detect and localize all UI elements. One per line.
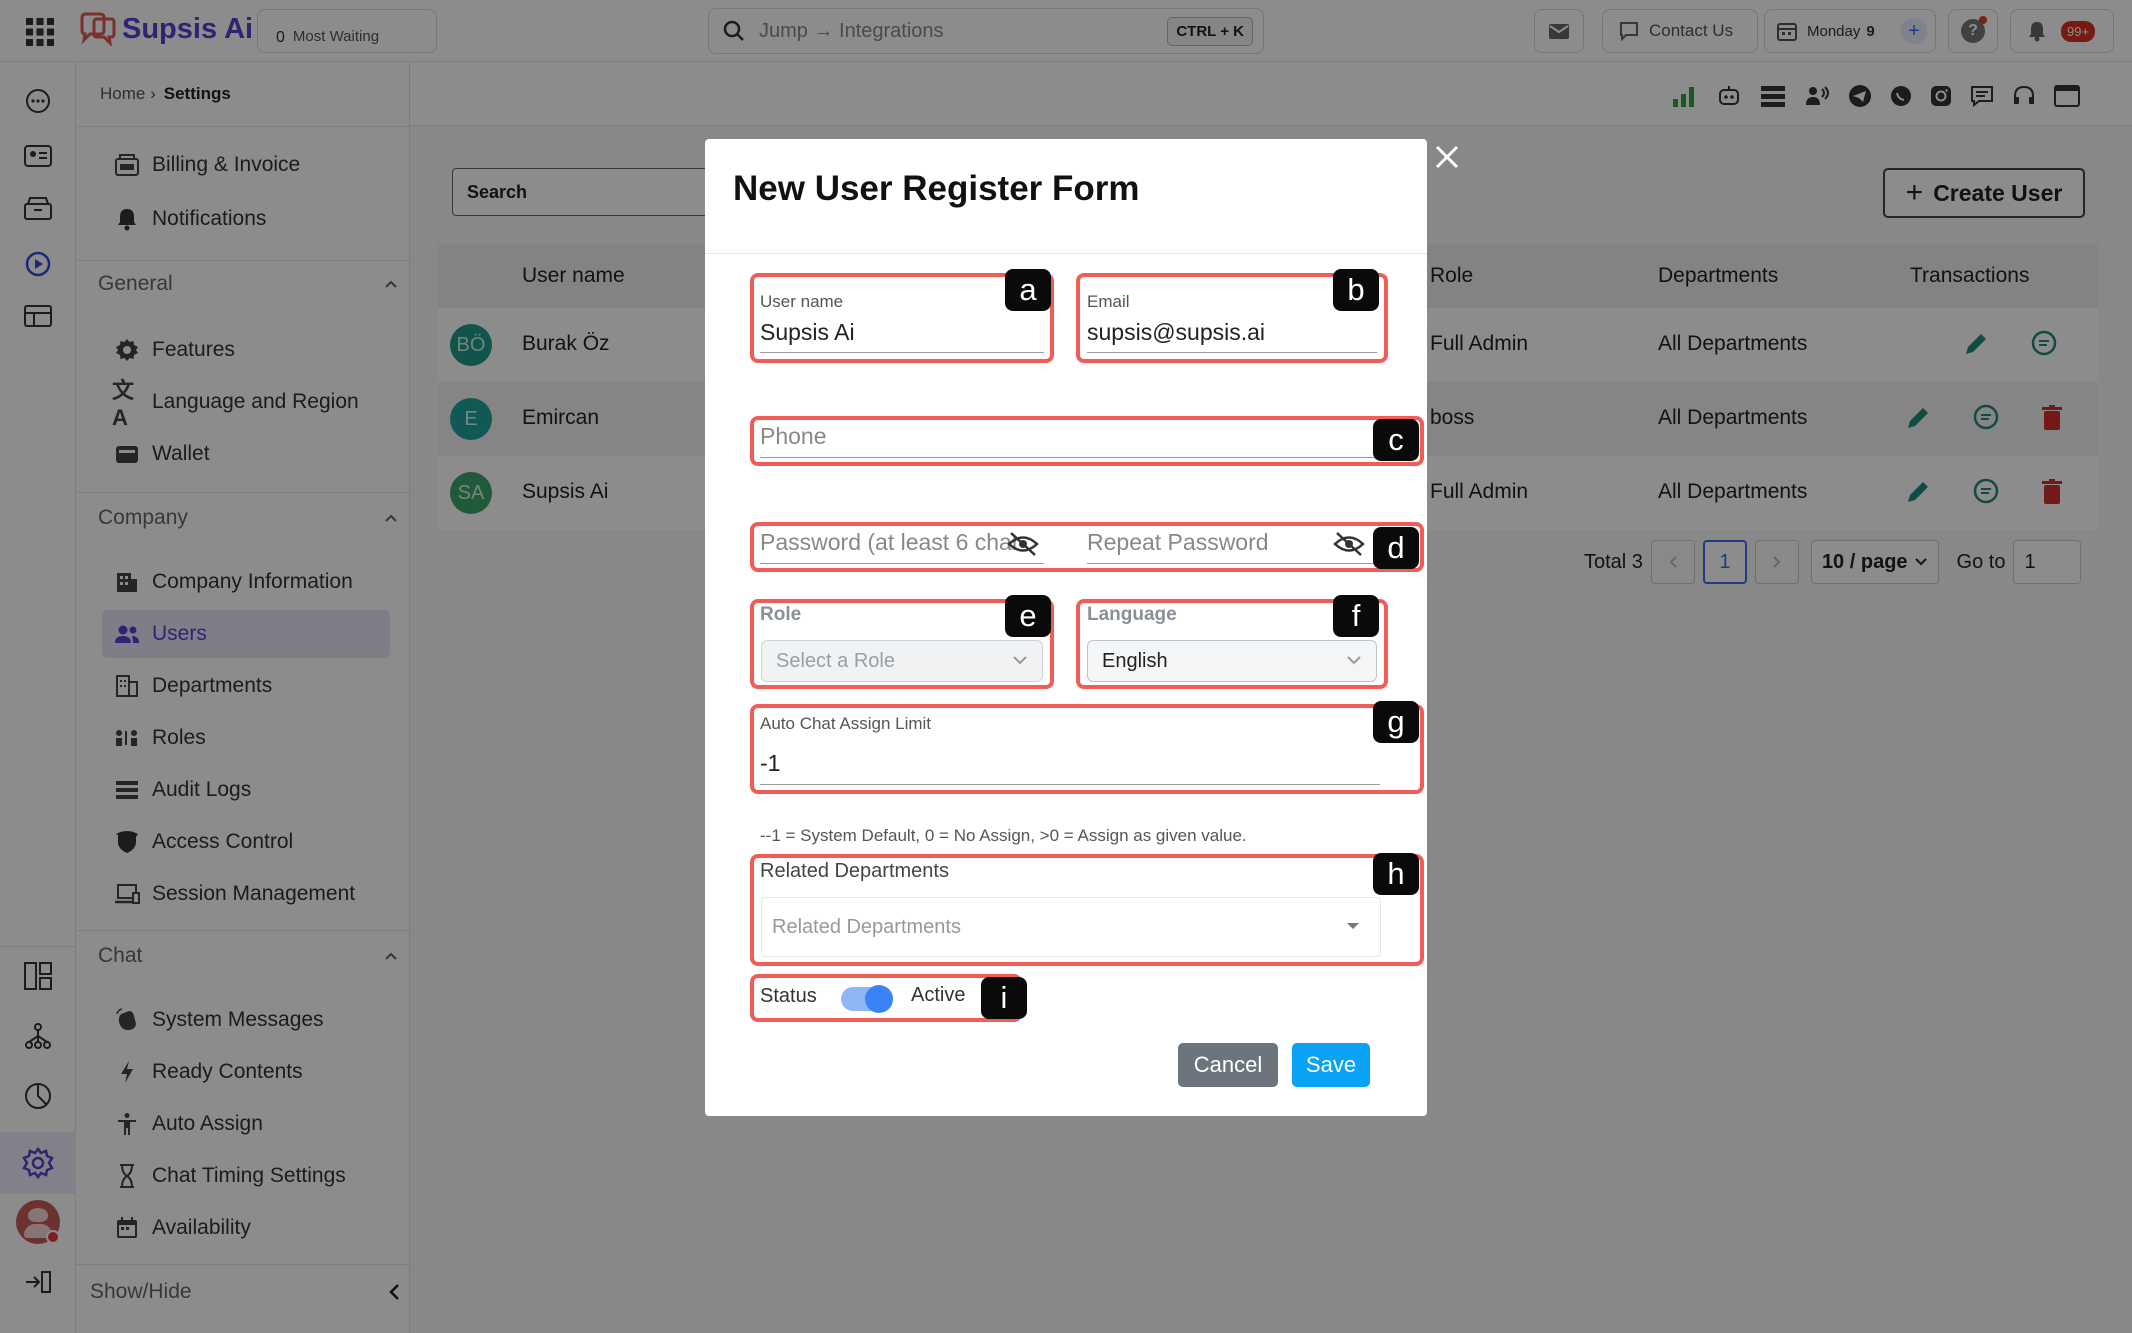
username-underline [760,352,1044,353]
annotation-badge-b: b [1333,269,1379,311]
caret-down-icon [1346,922,1360,930]
related-departments-label: Related Departments [760,860,949,882]
email-label: Email [1087,292,1130,311]
toggle-knob [865,985,893,1013]
annotation-badge-a: a [1005,269,1051,311]
username-label: User name [760,292,844,311]
auto-chat-underline [760,784,1380,785]
role-label: Role [760,604,802,625]
repeat-password-underline [1087,563,1377,564]
related-departments-placeholder: Related Departments [772,915,961,938]
role-select[interactable]: Select a Role [761,640,1043,682]
modal-title: New User Register Form [733,169,1140,208]
new-user-modal: New User Register Form User name Supsis … [705,139,1427,1116]
annotation-badge-d: d [1373,527,1419,569]
auto-chat-hint: --1 = System Default, 0 = No Assign, >0 … [760,826,1247,845]
annotation-badge-i: i [981,977,1027,1019]
related-departments-select[interactable]: Related Departments [761,897,1381,957]
close-icon[interactable] [1432,142,1462,172]
language-label: Language [1087,604,1177,625]
email-underline [1087,352,1377,353]
status-value: Active [911,984,966,1006]
annotation-badge-f: f [1333,595,1379,637]
annotation-badge-e: e [1005,595,1051,637]
status-label: Status [760,985,817,1007]
auto-chat-label: Auto Chat Assign Limit [760,714,932,733]
annotation-badge-g: g [1373,701,1419,743]
language-select[interactable]: English [1087,640,1377,682]
chevron-down-icon [1012,655,1028,665]
chevron-down-icon [1346,655,1362,665]
language-select-value: English [1102,649,1168,672]
cancel-button[interactable]: Cancel [1178,1043,1278,1087]
password-input[interactable]: Password (at least 6 char [760,529,1046,556]
highlight-phone [750,416,1424,466]
role-select-placeholder: Select a Role [776,649,895,672]
status-toggle[interactable] [841,985,893,1013]
repeat-password-input[interactable]: Repeat Password [1087,529,1269,556]
phone-input[interactable]: Phone [760,423,827,450]
username-input[interactable]: Supsis Ai [760,319,855,346]
eye-off-icon[interactable] [1007,531,1039,557]
save-button[interactable]: Save [1292,1043,1370,1087]
auto-chat-input[interactable]: -1 [760,750,780,777]
email-input[interactable]: supsis@supsis.ai [1087,319,1265,346]
annotation-badge-h: h [1373,853,1419,895]
eye-off-icon[interactable] [1333,531,1365,557]
phone-underline [760,457,1380,458]
modal-header-divider [705,253,1427,254]
annotation-badge-c: c [1373,419,1419,461]
password-underline [760,563,1044,564]
